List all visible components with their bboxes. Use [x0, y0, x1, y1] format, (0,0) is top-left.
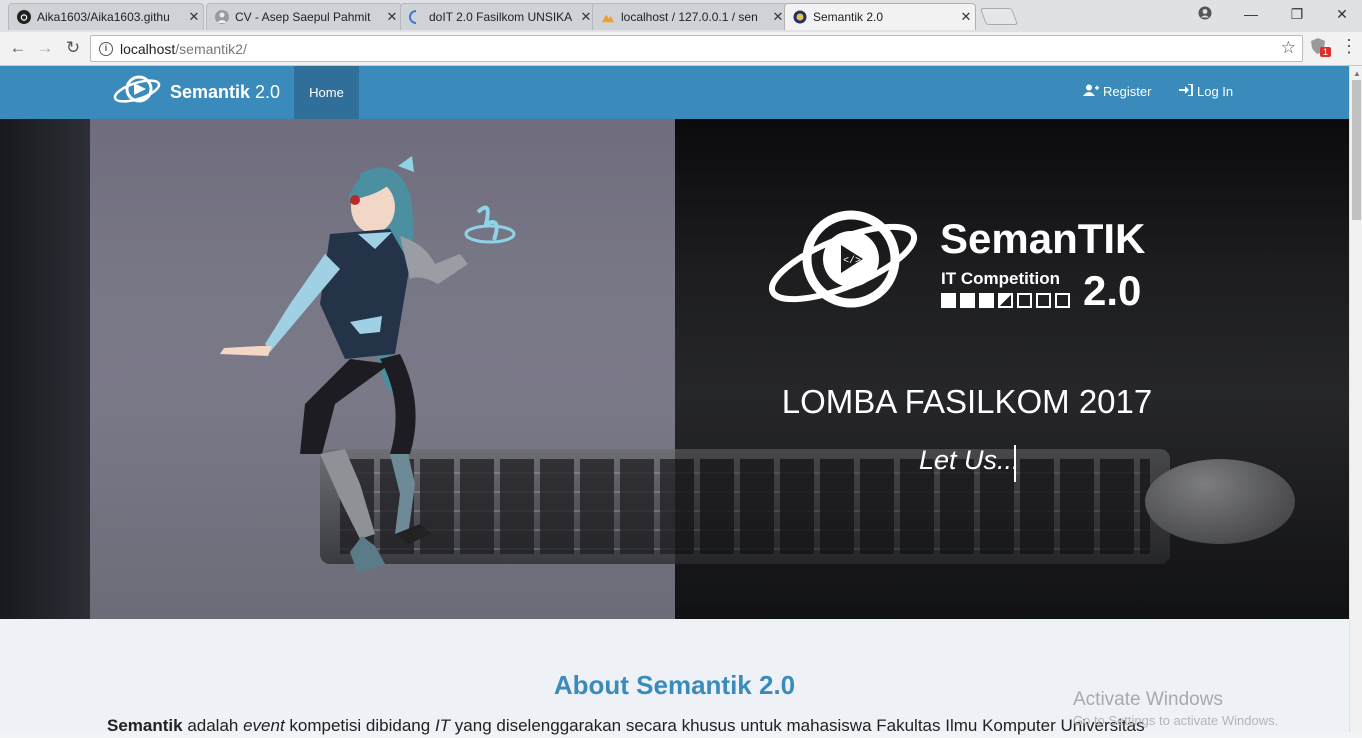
reload-icon[interactable]: ↻	[62, 37, 84, 59]
scroll-up-arrow-icon[interactable]: ▲	[1353, 69, 1361, 78]
nav-register[interactable]: Register	[1083, 84, 1151, 99]
github-icon	[17, 10, 31, 24]
nav-login[interactable]: Log In	[1179, 83, 1234, 99]
logo-wordmark: SemanTIK	[940, 215, 1146, 262]
browser-toolbar: ← → ↻ i localhost/semantik2/ ☆ 1 ⋮	[0, 32, 1362, 66]
brand-version: 2.0	[255, 81, 281, 102]
logo-tagline: IT Competition	[941, 269, 1060, 288]
tab-title: CV - Asep Saepul Pahmit	[235, 10, 371, 24]
svg-text:</>: </>	[843, 255, 861, 267]
semantik-logo-icon	[112, 72, 162, 113]
bookmark-star-icon[interactable]: ☆	[1281, 38, 1296, 58]
tab-title: Aika1603/Aika1603.githu	[37, 10, 170, 24]
brand-name: Semantik	[170, 81, 251, 102]
about-text-em2: IT	[434, 716, 451, 735]
browser-tab-github[interactable]: Aika1603/Aika1603.githu ✕	[8, 3, 204, 30]
user-plus-icon	[1083, 84, 1099, 99]
tab-title: localhost / 127.0.0.1 / sen	[621, 10, 758, 24]
scrollbar-thumb[interactable]	[1352, 80, 1361, 220]
profile-icon[interactable]	[1190, 6, 1220, 23]
about-text-bold: Semantik	[107, 716, 183, 735]
hero-background-left	[0, 119, 90, 619]
new-tab-button[interactable]	[979, 8, 1019, 25]
nav-home[interactable]: Home	[294, 66, 359, 119]
login-label: Log In	[1197, 84, 1234, 99]
tab-close-icon[interactable]: ✕	[957, 9, 975, 25]
avatar-icon	[215, 10, 229, 24]
tab-title: Semantik 2.0	[813, 10, 884, 24]
back-arrow-icon[interactable]: ←	[7, 37, 29, 59]
info-icon[interactable]: i	[99, 41, 113, 56]
maximize-button[interactable]: ❐	[1282, 6, 1312, 23]
sign-in-icon	[1179, 83, 1193, 99]
activate-windows-subtitle: Go to Settings to activate Windows.	[1073, 713, 1279, 728]
semantik-favicon	[793, 10, 807, 24]
loading-icon	[409, 10, 423, 24]
browser-tab-phpmyadmin[interactable]: localhost / 127.0.0.1 / sen ✕	[592, 3, 788, 30]
about-text-1: adalah	[182, 716, 244, 735]
minimize-button[interactable]: —	[1236, 6, 1266, 22]
hero-subtitle: Let Us...	[919, 445, 1020, 475]
logo-progress-boxes	[941, 293, 1070, 308]
address-bar[interactable]: i localhost/semantik2/ ☆	[90, 35, 1303, 62]
url-path: /semantik2/	[175, 40, 247, 57]
typing-caret	[1014, 445, 1016, 482]
about-text-3: yang diselenggarakan secara khusus untuk…	[450, 716, 1145, 735]
extension-shield-icon[interactable]: 1	[1310, 37, 1332, 57]
hero-dark-overlay	[675, 119, 1349, 619]
page-scrollbar[interactable]: ▲	[1349, 66, 1362, 732]
hero-title: LOMBA FASILKOM 2017	[781, 383, 1153, 420]
site-navbar: Semantik 2.0 Home Register Log In	[0, 66, 1349, 119]
logo-version: 2.0	[1083, 267, 1142, 314]
browser-tab-strip: Aika1603/Aika1603.githu ✕ CV - Asep Saep…	[0, 0, 1362, 32]
extension-badge: 1	[1320, 47, 1332, 57]
activate-windows-watermark: Activate Windows	[1073, 689, 1223, 710]
window-close-button[interactable]: ✕	[1327, 6, 1357, 23]
tab-close-icon[interactable]: ✕	[383, 9, 401, 25]
browser-tab-semantik[interactable]: Semantik 2.0 ✕	[784, 3, 976, 30]
about-text-em1: event	[243, 716, 285, 735]
phpmyadmin-icon	[601, 10, 615, 24]
hero-banner: </> SemanTIK IT Competition 2.0 LOMBA FA…	[0, 119, 1349, 619]
navbar-brand[interactable]: Semantik 2.0	[112, 73, 280, 111]
browser-tab-doit[interactable]: doIT 2.0 Fasilkom UNSIKA ✕	[400, 3, 596, 30]
tab-close-icon[interactable]: ✕	[185, 9, 203, 25]
tab-title: doIT 2.0 Fasilkom UNSIKA	[429, 10, 573, 24]
forward-arrow-icon[interactable]: →	[34, 37, 56, 59]
about-text-2: kompetisi dibidang	[284, 716, 435, 735]
semantik-hero-logo: </> SemanTIK IT Competition 2.0	[765, 197, 1165, 317]
url-host: localhost	[120, 40, 176, 57]
mascot-illustration	[220, 156, 516, 574]
menu-kebab-icon[interactable]: ⋮	[1340, 36, 1358, 57]
browser-tab-cv[interactable]: CV - Asep Saepul Pahmit ✕	[206, 3, 402, 30]
register-label: Register	[1103, 84, 1152, 99]
